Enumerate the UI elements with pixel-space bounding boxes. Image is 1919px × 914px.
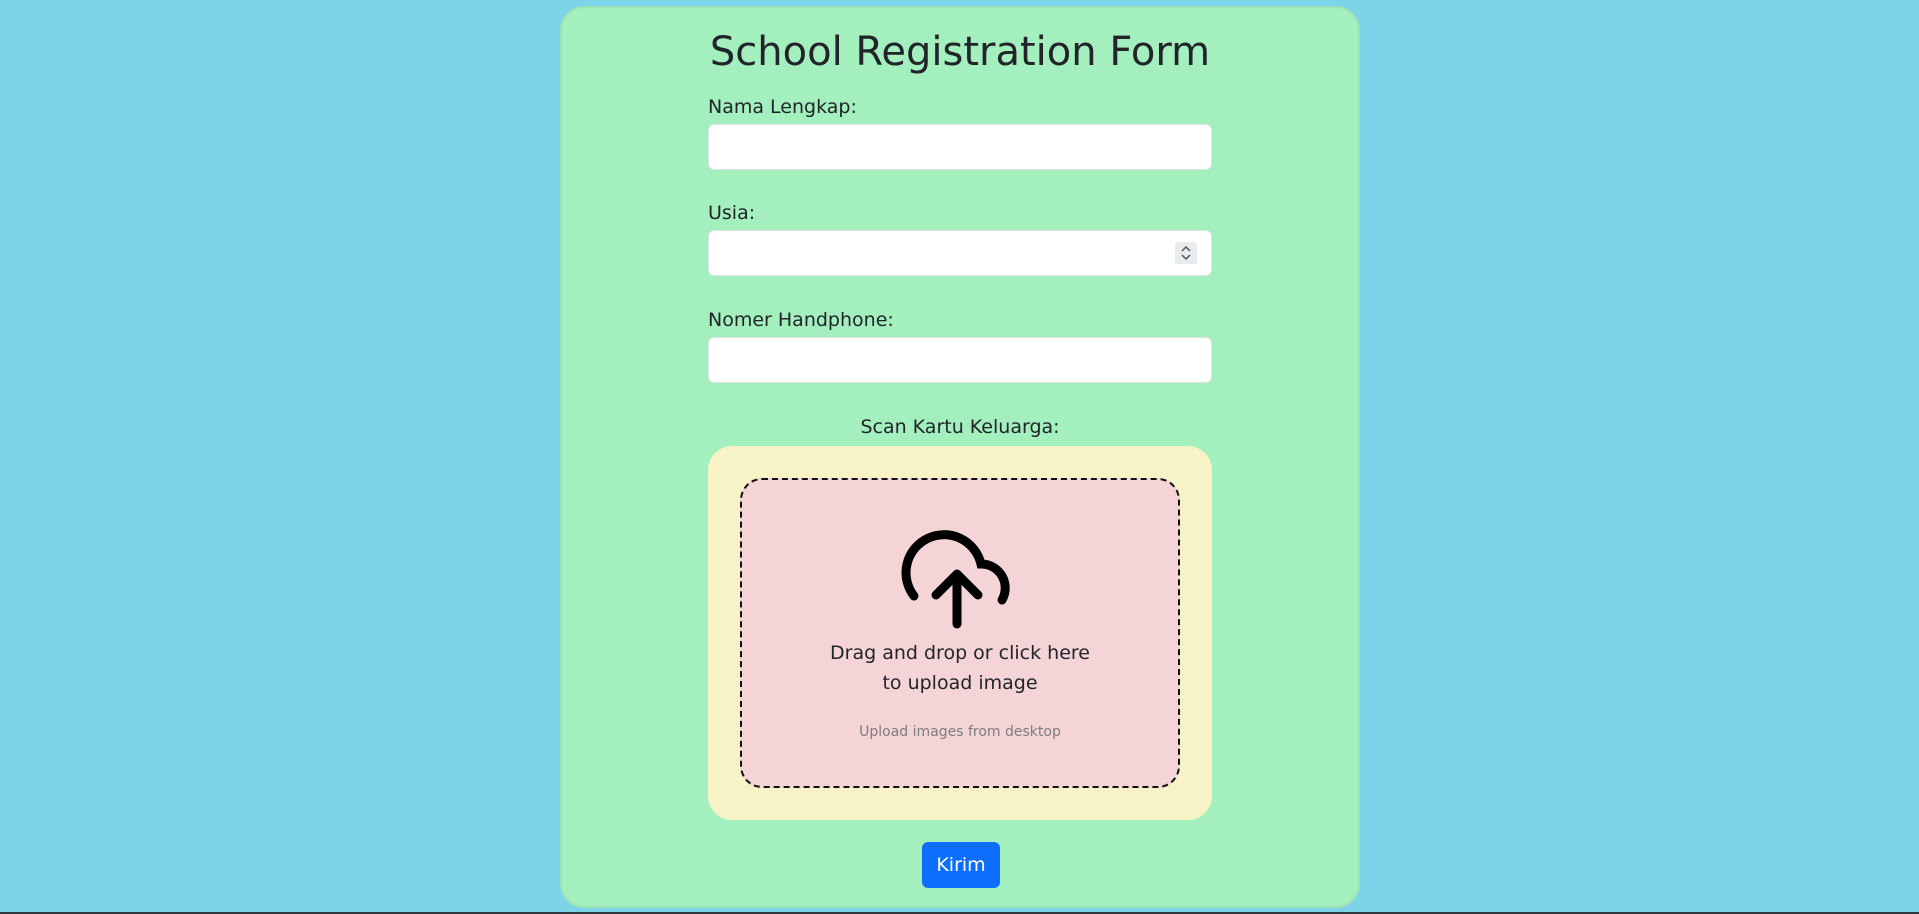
nama-lengkap-input[interactable]	[708, 124, 1212, 170]
dropzone-line-1: Drag and drop or click here	[830, 642, 1090, 664]
page-title: School Registration Form	[709, 29, 1211, 75]
nama-lengkap-label: Nama Lengkap:	[708, 96, 857, 118]
number-spinner[interactable]	[1175, 242, 1197, 264]
scan-kartu-keluarga-label: Scan Kartu Keluarga:	[860, 416, 1060, 438]
dropzone-line-2: to upload image	[882, 672, 1038, 694]
upload-container: Drag and drop or click here to upload im…	[708, 446, 1212, 820]
upload-dropzone[interactable]: Drag and drop or click here to upload im…	[740, 478, 1180, 788]
submit-button[interactable]: Kirim	[922, 842, 1000, 888]
nomer-handphone-label: Nomer Handphone:	[708, 309, 894, 331]
registration-card: School Registration Form Nama Lengkap: U…	[560, 6, 1360, 908]
cloud-upload-icon	[901, 530, 1010, 629]
dropzone-instructions: Drag and drop or click here to upload im…	[742, 638, 1178, 698]
chevron-down-icon[interactable]	[1180, 253, 1192, 261]
dropzone-subtext: Upload images from desktop	[859, 724, 1061, 740]
nomer-handphone-input[interactable]	[708, 337, 1212, 383]
usia-input[interactable]	[708, 230, 1212, 276]
usia-label: Usia:	[708, 202, 756, 224]
chevron-up-icon[interactable]	[1180, 245, 1192, 253]
